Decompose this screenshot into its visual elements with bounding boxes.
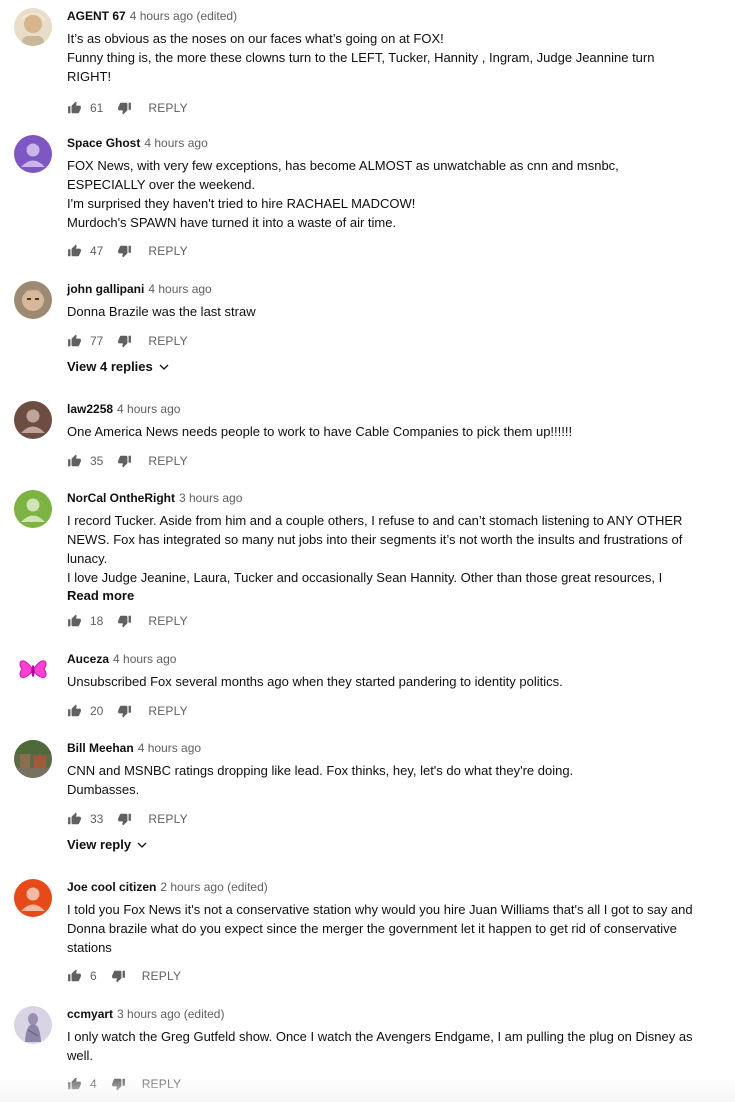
comment-timestamp[interactable]: 4 hours ago (edited): [130, 9, 237, 23]
reply-button[interactable]: REPLY: [148, 101, 187, 115]
comment-actions: 4 REPLY: [67, 1074, 181, 1094]
comment-author[interactable]: ccmyart: [67, 1007, 113, 1021]
comment-timestamp[interactable]: 4 hours ago: [117, 402, 180, 416]
avatar[interactable]: [14, 879, 52, 917]
thumbs-down-icon[interactable]: [117, 812, 132, 826]
avatar[interactable]: [14, 281, 52, 319]
like-count: 35: [90, 454, 104, 468]
thumbs-down-icon[interactable]: [117, 704, 132, 718]
comment-text: FOX News, with very few exceptions, has …: [67, 158, 619, 230]
reply-button[interactable]: REPLY: [148, 812, 187, 826]
comment-actions: 33 REPLY: [67, 809, 188, 829]
comment-timestamp[interactable]: 4 hours ago: [148, 282, 211, 296]
view-replies-label: View 4 replies: [67, 359, 153, 374]
thumbs-down-icon[interactable]: [111, 969, 126, 983]
avatar[interactable]: [14, 1006, 52, 1044]
comment-timestamp[interactable]: 4 hours ago: [138, 741, 201, 755]
thumbs-up-icon[interactable]: [67, 704, 82, 718]
avatar[interactable]: [14, 490, 52, 528]
thumbs-up-icon[interactable]: [67, 1077, 82, 1091]
thumbs-up-icon[interactable]: [67, 334, 82, 348]
thumbs-down-icon[interactable]: [111, 1077, 126, 1091]
thumbs-down-icon[interactable]: [117, 101, 132, 115]
comment-actions: 6 REPLY: [67, 966, 181, 986]
comment-author[interactable]: Bill Meehan: [67, 741, 134, 755]
reply-button[interactable]: REPLY: [148, 614, 187, 628]
reply-button[interactable]: REPLY: [148, 334, 187, 348]
like-count: 20: [90, 704, 104, 718]
avatar[interactable]: [14, 8, 52, 46]
thumbs-up-icon[interactable]: [67, 614, 82, 628]
avatar[interactable]: [14, 135, 52, 173]
comment-text: Donna Brazile was the last straw: [67, 304, 256, 319]
view-replies-label: View reply: [67, 837, 132, 852]
chevron-down-icon: [137, 842, 147, 848]
view-replies-button[interactable]: View 4 replies: [67, 359, 170, 374]
reply-button[interactable]: REPLY: [142, 969, 181, 983]
thumbs-down-icon[interactable]: [117, 334, 132, 348]
thumbs-up-icon[interactable]: [67, 969, 82, 983]
reply-button[interactable]: REPLY: [148, 244, 187, 258]
like-count: 77: [90, 334, 104, 348]
like-count: 18: [90, 614, 104, 628]
avatar[interactable]: [14, 740, 52, 778]
comment-actions: 20 REPLY: [67, 701, 188, 721]
thumbs-up-icon[interactable]: [67, 101, 82, 115]
comment-author[interactable]: john gallipani: [67, 282, 144, 296]
like-count: 33: [90, 812, 104, 826]
comment-actions: 35 REPLY: [67, 451, 188, 471]
comment-timestamp[interactable]: 3 hours ago: [179, 491, 242, 505]
chevron-down-icon: [159, 364, 169, 370]
thumbs-down-icon[interactable]: [117, 614, 132, 628]
like-count: 47: [90, 244, 104, 258]
comment-text: CNN and MSNBC ratings dropping like lead…: [67, 763, 574, 797]
comment-text: Unsubscribed Fox several months ago when…: [67, 674, 563, 689]
reply-button[interactable]: REPLY: [148, 704, 187, 718]
comment-author[interactable]: Space Ghost: [67, 136, 140, 150]
comment-text: One America News needs people to work to…: [67, 424, 573, 439]
thumbs-up-icon[interactable]: [67, 454, 82, 468]
thumbs-up-icon[interactable]: [67, 244, 82, 258]
comment-timestamp[interactable]: 4 hours ago: [144, 136, 207, 150]
view-replies-button[interactable]: View reply: [67, 837, 148, 852]
comment-timestamp[interactable]: 2 hours ago (edited): [160, 880, 267, 894]
comment-timestamp[interactable]: 4 hours ago: [113, 652, 176, 666]
reply-button[interactable]: REPLY: [142, 1077, 181, 1091]
avatar[interactable]: [14, 651, 52, 689]
comment-text: I record Tucker. Aside from him and a co…: [67, 513, 683, 585]
comment-text: I told you Fox News it's not a conservat…: [67, 902, 693, 955]
thumbs-down-icon[interactable]: [117, 244, 132, 258]
read-more-link[interactable]: Read more: [67, 587, 695, 605]
comment-text: I only watch the Greg Gutfeld show. Once…: [67, 1029, 693, 1063]
comment-text: It’s as obvious as the noses on our face…: [67, 31, 655, 84]
comment-author[interactable]: AGENT 67: [67, 9, 126, 23]
like-count: 61: [90, 101, 104, 115]
comment-author[interactable]: law2258: [67, 402, 113, 416]
comment-timestamp[interactable]: 3 hours ago (edited): [117, 1007, 224, 1021]
comment-actions: 61 REPLY: [67, 98, 188, 118]
thumbs-down-icon[interactable]: [117, 454, 132, 468]
comment-actions: 77 REPLY: [67, 331, 188, 351]
reply-button[interactable]: REPLY: [148, 454, 187, 468]
comment-actions: 47 REPLY: [67, 241, 188, 261]
like-count: 6: [90, 969, 97, 983]
comment-author[interactable]: Auceza: [67, 652, 109, 666]
comment-author[interactable]: NorCal OntheRight: [67, 491, 175, 505]
thumbs-up-icon[interactable]: [67, 812, 82, 826]
avatar[interactable]: [14, 401, 52, 439]
comment-actions: 18 REPLY: [67, 611, 188, 631]
like-count: 4: [90, 1077, 97, 1091]
comment-author[interactable]: Joe cool citizen: [67, 880, 156, 894]
